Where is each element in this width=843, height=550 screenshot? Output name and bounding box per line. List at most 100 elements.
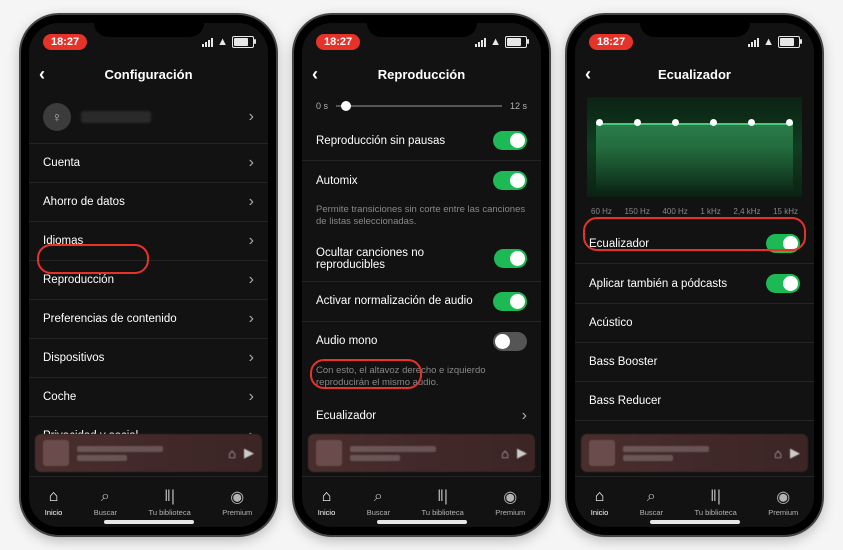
wifi-icon: ▲ — [490, 36, 501, 48]
toggle-equalizer[interactable] — [766, 234, 800, 253]
preset-clasica[interactable]: Clásica — [575, 421, 814, 434]
back-button[interactable]: ‹ — [585, 64, 591, 85]
title-bar: ‹ Reproducción — [302, 57, 541, 91]
devices-icon[interactable]: ⌂ — [501, 446, 509, 461]
toggle-mono[interactable] — [493, 332, 527, 351]
row-privacidad[interactable]: Privacidad y social› — [29, 417, 268, 434]
row-ecualizador[interactable]: Ecualizador› — [302, 397, 541, 434]
toggle-automix[interactable] — [493, 171, 527, 190]
notch — [640, 15, 750, 37]
tab-biblioteca[interactable]: ǁ|Tu biblioteca — [695, 488, 737, 517]
row-preferencias[interactable]: Preferencias de contenido› — [29, 300, 268, 339]
toggle-gapless[interactable] — [493, 131, 527, 150]
home-icon: ⌂ — [595, 488, 605, 506]
home-indicator[interactable] — [377, 520, 467, 524]
row-normalize: Activar normalización de audio — [302, 282, 541, 322]
play-icon[interactable]: ▶ — [790, 445, 800, 461]
spotify-icon: ◉ — [503, 488, 517, 506]
chevron-right-icon: › — [249, 427, 254, 434]
now-playing-bar[interactable]: ⌂ ▶ — [35, 434, 262, 472]
chevron-right-icon: › — [249, 349, 254, 367]
tab-premium[interactable]: ◉Premium — [222, 488, 252, 517]
row-eq-toggle: Ecualizador — [575, 224, 814, 264]
content[interactable]: 0 s 12 s Reproducción sin pausas Automix… — [302, 91, 541, 434]
toggle-podcasts[interactable] — [766, 274, 800, 293]
slider-track[interactable] — [336, 105, 502, 107]
play-icon[interactable]: ▶ — [517, 445, 527, 461]
chevron-right-icon: › — [249, 108, 254, 126]
spotify-icon: ◉ — [776, 488, 790, 506]
status-time: 18:27 — [589, 34, 633, 50]
row-podcasts: Aplicar también a pódcasts — [575, 264, 814, 304]
now-playing-bar[interactable]: ⌂ ▶ — [308, 434, 535, 472]
equalizer-graph[interactable] — [587, 97, 802, 197]
tab-premium[interactable]: ◉Premium — [768, 488, 798, 517]
library-icon: ǁ| — [437, 488, 448, 506]
page-title: Ecualizador — [658, 67, 731, 82]
back-button[interactable]: ‹ — [312, 64, 318, 85]
devices-icon[interactable]: ⌂ — [774, 446, 782, 461]
phone-reproduccion: 18:27 ▲ ‹ Reproducción 0 s 12 s Reproduc… — [294, 15, 549, 535]
play-icon[interactable]: ▶ — [244, 445, 254, 461]
title-bar: ‹ Ecualizador — [575, 57, 814, 91]
eq-fill — [596, 124, 794, 191]
battery-icon — [505, 36, 527, 48]
chevron-right-icon: › — [249, 310, 254, 328]
slider-min: 0 s — [316, 101, 328, 111]
tab-buscar[interactable]: ⌕Buscar — [640, 488, 663, 517]
now-playing-bar[interactable]: ⌂ ▶ — [581, 434, 808, 472]
wifi-icon: ▲ — [763, 36, 774, 48]
tab-inicio[interactable]: ⌂Inicio — [318, 488, 336, 517]
now-playing-text — [77, 443, 220, 464]
eq-band-dot[interactable] — [634, 119, 641, 126]
status-time: 18:27 — [43, 34, 87, 50]
chevron-right-icon: › — [249, 232, 254, 250]
toggle-normalize[interactable] — [493, 292, 527, 311]
slider-max: 12 s — [510, 101, 527, 111]
row-ahorro[interactable]: Ahorro de datos› — [29, 183, 268, 222]
home-icon: ⌂ — [322, 488, 332, 506]
row-dispositivos[interactable]: Dispositivos› — [29, 339, 268, 378]
preset-bass-booster[interactable]: Bass Booster — [575, 343, 814, 382]
spotify-icon: ◉ — [230, 488, 244, 506]
profile-row[interactable]: ♀ › — [29, 91, 268, 144]
toggle-hide[interactable] — [494, 249, 527, 268]
tab-biblioteca[interactable]: ǁ|Tu biblioteca — [149, 488, 191, 517]
row-cuenta[interactable]: Cuenta› — [29, 144, 268, 183]
content[interactable]: ♀ › Cuenta› Ahorro de datos› Idiomas› Re… — [29, 91, 268, 434]
home-indicator[interactable] — [104, 520, 194, 524]
tab-buscar[interactable]: ⌕Buscar — [94, 488, 117, 517]
tab-premium[interactable]: ◉Premium — [495, 488, 525, 517]
library-icon: ǁ| — [710, 488, 721, 506]
chevron-right-icon: › — [249, 193, 254, 211]
battery-icon — [778, 36, 800, 48]
home-indicator[interactable] — [650, 520, 740, 524]
chevron-right-icon: › — [249, 388, 254, 406]
album-art — [589, 440, 615, 466]
tab-inicio[interactable]: ⌂Inicio — [45, 488, 63, 517]
now-playing-text — [623, 443, 766, 464]
search-icon: ⌕ — [647, 488, 656, 506]
eq-band-dot[interactable] — [596, 119, 603, 126]
back-button[interactable]: ‹ — [39, 64, 45, 85]
row-coche[interactable]: Coche› — [29, 378, 268, 417]
tab-inicio[interactable]: ⌂Inicio — [591, 488, 609, 517]
wifi-icon: ▲ — [217, 36, 228, 48]
slider-thumb[interactable] — [341, 101, 351, 111]
library-icon: ǁ| — [164, 488, 175, 506]
row-mono: Audio mono — [302, 322, 541, 361]
content[interactable]: 60 Hz 150 Hz 400 Hz 1 kHz 2,4 kHz 15 kHz… — [575, 91, 814, 434]
crossfade-slider[interactable]: 0 s 12 s — [302, 91, 541, 121]
row-hide: Ocultar canciones no reproducibles — [302, 237, 541, 282]
tab-biblioteca[interactable]: ǁ|Tu biblioteca — [422, 488, 464, 517]
row-idiomas[interactable]: Idiomas› — [29, 222, 268, 261]
avatar-icon: ♀ — [43, 103, 71, 131]
devices-icon[interactable]: ⌂ — [228, 446, 236, 461]
tab-buscar[interactable]: ⌕Buscar — [367, 488, 390, 517]
phone-configuracion: 18:27 ▲ ‹ Configuración ♀ › Cuenta› Ahor… — [21, 15, 276, 535]
row-reproduccion[interactable]: Reproducción› — [29, 261, 268, 300]
profile-name-blurred — [81, 111, 151, 123]
preset-acustico[interactable]: Acústico — [575, 304, 814, 343]
preset-bass-reducer[interactable]: Bass Reducer — [575, 382, 814, 421]
signal-icon — [202, 38, 213, 47]
